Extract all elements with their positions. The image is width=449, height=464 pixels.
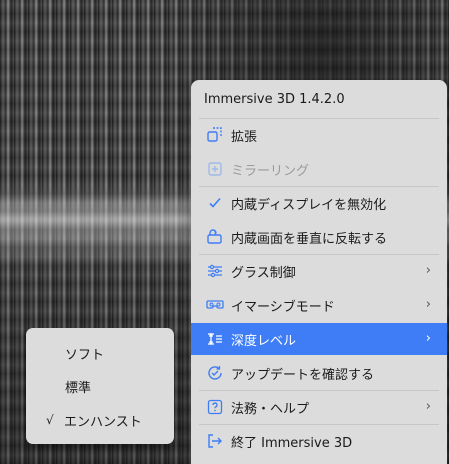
menu-item-label: アップデートを確認する bbox=[231, 367, 375, 383]
menu-item-extend[interactable]: 拡張 bbox=[191, 119, 447, 151]
menu-item-label: イマーシブモード bbox=[231, 299, 335, 315]
rotate-screen-icon bbox=[206, 228, 224, 246]
menu-item-mirroring[interactable]: ミラーリング bbox=[191, 153, 447, 185]
help-icon bbox=[206, 398, 224, 416]
menu-item-label: 拡張 bbox=[231, 129, 258, 145]
chevron-right-icon: › bbox=[425, 297, 431, 312]
exit-icon bbox=[206, 432, 224, 450]
chevron-right-icon: › bbox=[425, 331, 431, 346]
menu-item-check-updates[interactable]: アップデートを確認する bbox=[191, 357, 447, 389]
vr-headset-icon bbox=[206, 296, 224, 314]
depth-level-submenu: ソフト 標準 √ エンハンスト bbox=[26, 328, 174, 444]
menu-item-depth-level[interactable]: 深度レベル › bbox=[191, 323, 447, 355]
submenu-item-soft[interactable]: ソフト bbox=[26, 338, 174, 368]
menu-item-flip-internal-screen[interactable]: 内蔵画面を垂直に反転する bbox=[191, 221, 447, 253]
context-menu: Immersive 3D 1.4.2.0 拡張 ミラーリング 内蔵ディスプレイを… bbox=[191, 80, 447, 464]
update-check-icon bbox=[206, 364, 224, 382]
submenu-item-label: 標準 bbox=[65, 380, 92, 396]
menu-item-label: 深度レベル bbox=[231, 333, 297, 349]
menu-item-label: 内蔵画面を垂直に反転する bbox=[231, 231, 388, 247]
menu-item-disable-internal-display[interactable]: 内蔵ディスプレイを無効化 bbox=[191, 187, 447, 219]
menu-item-label: 法務・ヘルプ bbox=[231, 401, 310, 417]
chevron-right-icon: › bbox=[425, 399, 431, 414]
submenu-item-enhanced[interactable]: √ エンハンスト bbox=[26, 405, 174, 435]
submenu-item-label: エンハンスト bbox=[64, 414, 142, 430]
check-icon bbox=[206, 194, 224, 212]
menu-item-label: 終了 Immersive 3D bbox=[231, 435, 353, 451]
depth-icon bbox=[206, 330, 224, 348]
menu-item-label: ミラーリング bbox=[231, 163, 310, 179]
sliders-icon bbox=[206, 262, 224, 280]
menu-item-quit[interactable]: 終了 Immersive 3D bbox=[191, 425, 447, 457]
menu-item-label: グラス制御 bbox=[231, 265, 296, 281]
submenu-item-label: ソフト bbox=[65, 347, 105, 363]
submenu-item-standard[interactable]: 標準 bbox=[26, 371, 174, 401]
expand-icon bbox=[206, 126, 224, 144]
check-icon: √ bbox=[46, 413, 54, 427]
mirror-icon bbox=[206, 160, 224, 178]
menu-item-glasses-control[interactable]: グラス制御 › bbox=[191, 255, 447, 287]
menu-title: Immersive 3D 1.4.2.0 bbox=[204, 92, 345, 107]
chevron-right-icon: › bbox=[425, 263, 431, 278]
menu-item-label: 内蔵ディスプレイを無効化 bbox=[231, 197, 387, 213]
menu-item-legal-help[interactable]: 法務・ヘルプ › bbox=[191, 391, 447, 423]
menu-item-immersive-mode[interactable]: イマーシブモード › bbox=[191, 289, 447, 321]
